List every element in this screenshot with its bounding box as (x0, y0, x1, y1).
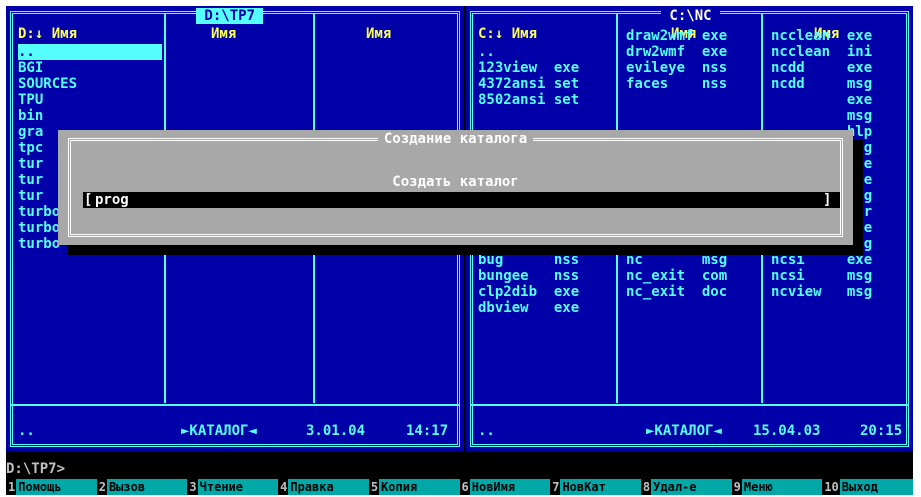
file-item[interactable]: tur (18, 172, 43, 188)
fkey-8[interactable]: 8 Удал-е (641, 478, 732, 495)
file-item[interactable]: bin (18, 108, 43, 124)
left-status-time: 14:17 (406, 423, 449, 439)
fkey-6[interactable]: 6 НовИмя (460, 478, 551, 495)
dialog-shadow-right (853, 140, 863, 255)
left-col-header-1[interactable]: D:↓ Имя (18, 26, 77, 42)
file-item[interactable]: bungee nss (478, 268, 579, 284)
file-item[interactable]: tur (18, 188, 43, 204)
fkey-3[interactable]: 3 Чтение (187, 478, 279, 495)
fkey-label: Вызов (106, 478, 188, 495)
fkey-number: 3 (189, 479, 197, 494)
file-item[interactable]: ncdd exe (771, 60, 872, 76)
fkey-2[interactable]: 2 Вызов (97, 478, 188, 495)
fkey-5[interactable]: 5 Копия (369, 478, 460, 495)
file-item[interactable]: nc_exit doc (626, 284, 727, 300)
fkey-10[interactable]: 10 Выход (822, 478, 913, 495)
file-item-selected[interactable]: .. (18, 44, 162, 60)
file-item[interactable]: TPU (18, 92, 43, 108)
file-item[interactable]: tpc (18, 140, 43, 156)
fkey-label: Правка (288, 478, 369, 495)
file-item[interactable]: 8502ansi set (478, 92, 579, 108)
fkey-number: 8 (642, 479, 651, 494)
fkey-label: Выход (839, 478, 913, 495)
fkey-4[interactable]: 4 Правка (278, 478, 369, 495)
fkey-number: 9 (733, 479, 741, 494)
left-status-name: .. (18, 423, 35, 439)
left-panel-path: D:\TP7 (196, 8, 264, 24)
command-line[interactable]: D:\TP7> (6, 461, 65, 477)
dialog-title-bar: Создание каталога (71, 131, 840, 147)
file-item[interactable]: nc_exit com (626, 268, 727, 284)
fkey-label: НовИмя (469, 478, 551, 495)
file-item[interactable]: draw2wmf exe (626, 28, 727, 44)
file-item[interactable]: dbview exe (478, 300, 579, 316)
file-item[interactable]: ncsi msg (771, 268, 872, 284)
right-col-header-1[interactable]: C:↓ Имя (478, 26, 537, 42)
right-panel-divider (470, 404, 909, 406)
fkey-number: 5 (370, 479, 379, 494)
fkey-label: Копия (379, 478, 460, 495)
fkey-7[interactable]: 7 НовКат (550, 478, 641, 495)
fkey-number: 10 (824, 479, 839, 494)
fkey-label: Помощь (16, 478, 97, 495)
directory-name-input[interactable]: prog (83, 192, 840, 208)
file-item[interactable]: BGI (18, 60, 43, 76)
input-bracket-left: [ (84, 192, 93, 208)
function-key-bar: 1 Помощь 2 Вызов 3 Чтение 4 Правка 5 Копия 6 НовИмя… (6, 478, 913, 495)
file-item[interactable]: faces nss (626, 76, 727, 92)
left-col-header-3[interactable]: Имя (366, 26, 391, 42)
fkey-number: 1 (8, 479, 16, 494)
right-status-date: 15.04.03 (753, 423, 821, 439)
fkey-number: 4 (280, 479, 288, 494)
fkey-number: 7 (552, 479, 560, 494)
right-status-type: ►КАТАЛОГ◄ (646, 423, 722, 439)
dialog-title: Создание каталога (377, 131, 534, 147)
left-col-header-2[interactable]: Имя (211, 26, 236, 42)
fkey-number: 6 (461, 479, 469, 494)
mkdir-dialog: Создание каталога Создать каталог [ prog… (58, 130, 853, 245)
left-status-type: ►КАТАЛОГ◄ (181, 423, 257, 439)
file-item[interactable]: drw2wmf exe (626, 44, 727, 60)
fkey-number: 2 (98, 479, 106, 494)
file-item[interactable]: 4372ansi set (478, 76, 579, 92)
dialog-shadow-bottom (68, 245, 863, 255)
file-item[interactable]: .. (478, 44, 495, 60)
left-panel-divider (10, 404, 460, 406)
fkey-9[interactable]: 9 Меню (732, 478, 823, 495)
file-item[interactable]: tur (18, 156, 43, 172)
file-item[interactable]: ncclean exe (771, 28, 872, 44)
file-item[interactable]: evileye nss (626, 60, 727, 76)
right-status-time: 20:15 (860, 423, 903, 439)
file-item[interactable]: exe (771, 92, 872, 108)
nc-screen: D:\TP7 D:↓ Имя Имя Имя .. BGI SOURCES TPU b… (6, 6, 913, 495)
right-panel-path: C:\NC (661, 8, 721, 24)
file-item[interactable]: clp2dib exe (478, 284, 579, 300)
fkey-label: Меню (741, 478, 823, 495)
file-item[interactable]: gra (18, 124, 43, 140)
left-status-date: 3.01.04 (306, 423, 366, 439)
fkey-1[interactable]: 1 Помощь (6, 478, 97, 495)
right-status-name: .. (478, 423, 495, 439)
file-item[interactable]: 123view exe (478, 60, 579, 76)
file-item[interactable]: ncview msg (771, 284, 872, 300)
file-item[interactable]: SOURCES (18, 76, 77, 92)
file-item[interactable]: ncdd msg (771, 76, 872, 92)
fkey-label: НовКат (560, 478, 641, 495)
fkey-label: Чтение (197, 478, 279, 495)
input-bracket-right: ] (823, 192, 832, 208)
fkey-label: Удал-е (651, 478, 732, 495)
file-item[interactable]: ncclean ini (771, 44, 872, 60)
dialog-prompt: Создать каталог (392, 174, 519, 190)
file-item[interactable]: msg (771, 108, 872, 124)
